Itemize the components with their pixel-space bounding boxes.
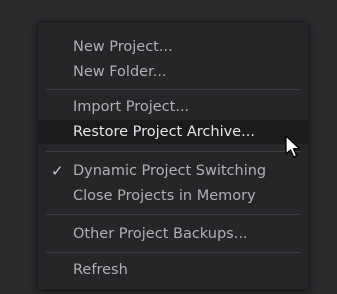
menu-item-new-project[interactable]: New Project... <box>38 35 308 59</box>
menu-item-label: Restore Project Archive... <box>73 124 255 140</box>
menu-item-label: Refresh <box>73 262 128 278</box>
app-background: New Project... New Folder... Import Proj… <box>0 0 337 294</box>
menu-item-label: Dynamic Project Switching <box>73 163 267 179</box>
project-context-menu: New Project... New Folder... Import Proj… <box>38 22 308 289</box>
menu-separator <box>46 214 300 215</box>
checkmark-icon: ✓ <box>51 162 64 180</box>
arrow-pointer-icon <box>285 135 301 158</box>
menu-item-import-project[interactable]: Import Project... <box>38 95 308 119</box>
menu-separator <box>46 151 300 152</box>
menu-item-dynamic-project-switching[interactable]: ✓ Dynamic Project Switching <box>38 159 308 183</box>
menu-item-label: Other Project Backups... <box>73 226 248 242</box>
menu-separator <box>46 89 300 90</box>
menu-item-label: Import Project... <box>73 99 190 115</box>
menu-item-other-project-backups[interactable]: Other Project Backups... <box>38 222 308 246</box>
menu-item-label: Close Projects in Memory <box>73 188 256 204</box>
menu-item-refresh[interactable]: Refresh <box>38 258 308 282</box>
menu-item-restore-project-archive[interactable]: Restore Project Archive... <box>38 120 308 144</box>
menu-item-label: New Folder... <box>73 64 167 80</box>
menu-item-close-projects-in-memory[interactable]: Close Projects in Memory <box>38 184 308 208</box>
menu-separator <box>46 252 300 253</box>
menu-item-new-folder[interactable]: New Folder... <box>38 60 308 84</box>
menu-item-label: New Project... <box>73 39 173 55</box>
